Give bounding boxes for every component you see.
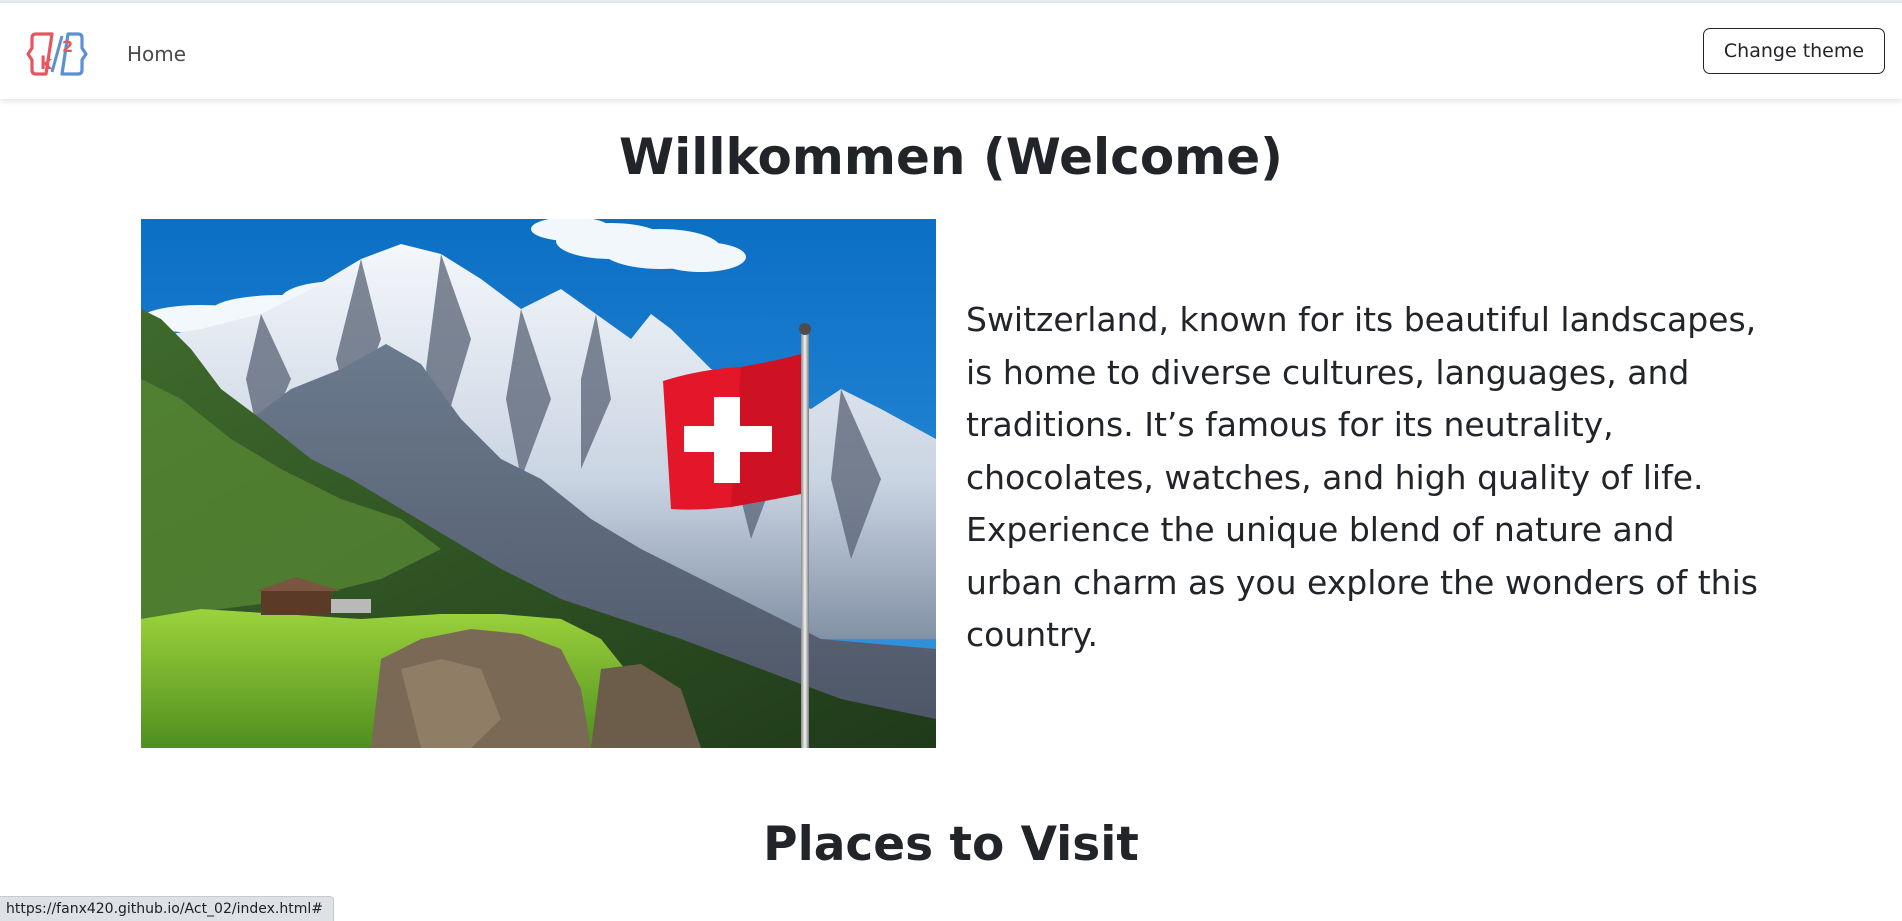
nav-home-link[interactable]: Home bbox=[127, 39, 186, 69]
hero-image bbox=[141, 219, 936, 748]
places-title: Places to Visit bbox=[763, 817, 1139, 872]
navbar: k 2 Home Change theme bbox=[0, 3, 1902, 99]
change-theme-button[interactable]: Change theme bbox=[1703, 28, 1885, 74]
intro-paragraph: Switzerland, known for its beautiful lan… bbox=[966, 300, 1758, 654]
welcome-title: Willkommen (Welcome) bbox=[618, 128, 1284, 186]
swiss-flag-icon bbox=[663, 354, 801, 510]
status-bar-url: https://fanx420.github.io/Act_02/index.h… bbox=[0, 896, 334, 921]
page: k 2 Home Change theme Willkommen (Welcom… bbox=[0, 0, 1902, 921]
svg-text:2: 2 bbox=[62, 37, 73, 56]
k2-logo-icon[interactable]: k 2 bbox=[26, 30, 88, 78]
